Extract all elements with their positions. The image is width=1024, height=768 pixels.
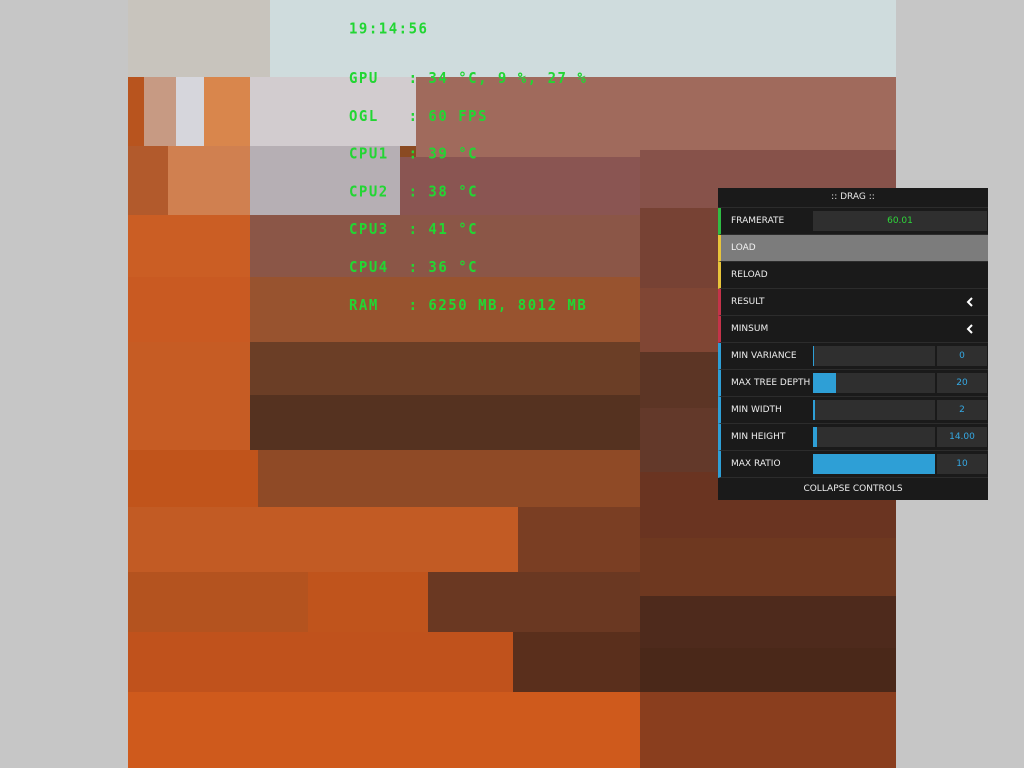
slider-fill: [813, 346, 814, 366]
image-block: [640, 538, 896, 596]
max-ratio-row: MAX RATIO 10: [718, 451, 988, 478]
image-block: [204, 77, 250, 146]
max-ratio-label: MAX RATIO: [731, 459, 781, 469]
result-label: RESULT: [731, 297, 765, 307]
max-ratio-slider[interactable]: [813, 454, 935, 474]
min-height-label: MIN HEIGHT: [731, 432, 786, 442]
max-tree-depth-slider[interactable]: [813, 373, 935, 393]
image-block: [128, 342, 250, 450]
minsum-folder[interactable]: MINSUM: [718, 316, 988, 343]
image-block: [128, 692, 640, 768]
reload-button[interactable]: RELOAD: [718, 262, 988, 289]
min-height-row: MIN HEIGHT 14.00: [718, 424, 988, 451]
slider-fill: [813, 400, 815, 420]
image-block: [640, 648, 896, 692]
minsum-label: MINSUM: [731, 324, 769, 334]
image-block: [513, 632, 640, 692]
min-variance-input[interactable]: 0: [937, 346, 987, 366]
panel-drag-handle[interactable]: :: DRAG ::: [718, 188, 988, 208]
chevron-left-icon: [966, 297, 973, 307]
system-stats-overlay: 19:14:56 GPU : 34 °C, 9 %, 27 % OGL : 60…: [349, 0, 587, 325]
min-width-row: MIN WIDTH 2: [718, 397, 988, 424]
image-block: [128, 0, 270, 77]
gpu-stat: GPU : 34 °C, 9 %, 27 %: [349, 70, 588, 88]
image-block: [128, 277, 250, 342]
min-variance-slider[interactable]: [813, 346, 935, 366]
image-block: [128, 507, 518, 572]
chevron-left-icon: [966, 324, 973, 334]
image-block: [128, 572, 308, 632]
image-block: [176, 77, 204, 146]
result-folder[interactable]: RESULT: [718, 289, 988, 316]
load-label: LOAD: [731, 243, 756, 253]
min-height-input[interactable]: 14.00: [937, 427, 987, 447]
max-tree-depth-row: MAX TREE DEPTH 20: [718, 370, 988, 397]
framerate-row: FRAMERATE 60.01: [718, 208, 988, 235]
min-height-slider[interactable]: [813, 427, 935, 447]
image-block: [428, 572, 640, 632]
min-width-input[interactable]: 2: [937, 400, 987, 420]
image-block: [308, 572, 428, 632]
cpu4-stat: CPU4 : 36 °C: [349, 259, 479, 277]
slider-fill: [813, 454, 935, 474]
framerate-label: FRAMERATE: [731, 216, 785, 226]
collapse-controls-button[interactable]: COLLAPSE CONTROLS: [718, 478, 988, 500]
ogl-stat: OGL : 60 FPS: [349, 108, 489, 126]
max-ratio-input[interactable]: 10: [937, 454, 987, 474]
image-block: [250, 342, 640, 395]
cpu3-stat: CPU3 : 41 °C: [349, 221, 479, 239]
reload-label: RELOAD: [731, 270, 768, 280]
framerate-value: 60.01: [813, 211, 987, 231]
slider-fill: [813, 373, 837, 393]
max-tree-depth-label: MAX TREE DEPTH: [731, 378, 811, 388]
cpu1-stat: CPU1 : 39 °C: [349, 146, 479, 163]
ram-stat: RAM : 6250 MB, 8012 MB: [349, 297, 588, 315]
load-button[interactable]: LOAD: [718, 235, 988, 262]
cpu2-stat: CPU2 : 38 °C: [349, 183, 479, 201]
image-block: [168, 146, 250, 215]
image-block: [128, 146, 168, 215]
clock-time: 19:14:56: [349, 21, 429, 38]
slider-fill: [813, 427, 817, 447]
image-block: [144, 77, 176, 146]
image-block: [128, 215, 250, 277]
image-block: [518, 507, 640, 572]
min-variance-label: MIN VARIANCE: [731, 351, 797, 361]
min-width-label: MIN WIDTH: [731, 405, 782, 415]
controls-panel: :: DRAG :: FRAMERATE 60.01 LOAD RELOAD R…: [718, 188, 988, 500]
image-block: [128, 632, 513, 692]
image-block: [128, 77, 144, 146]
min-width-slider[interactable]: [813, 400, 935, 420]
image-block: [640, 692, 896, 768]
image-block: [640, 596, 896, 648]
image-block: [128, 450, 258, 507]
max-tree-depth-input[interactable]: 20: [937, 373, 987, 393]
min-variance-row: MIN VARIANCE 0: [718, 343, 988, 370]
image-block: [258, 450, 640, 507]
image-block: [250, 395, 640, 450]
